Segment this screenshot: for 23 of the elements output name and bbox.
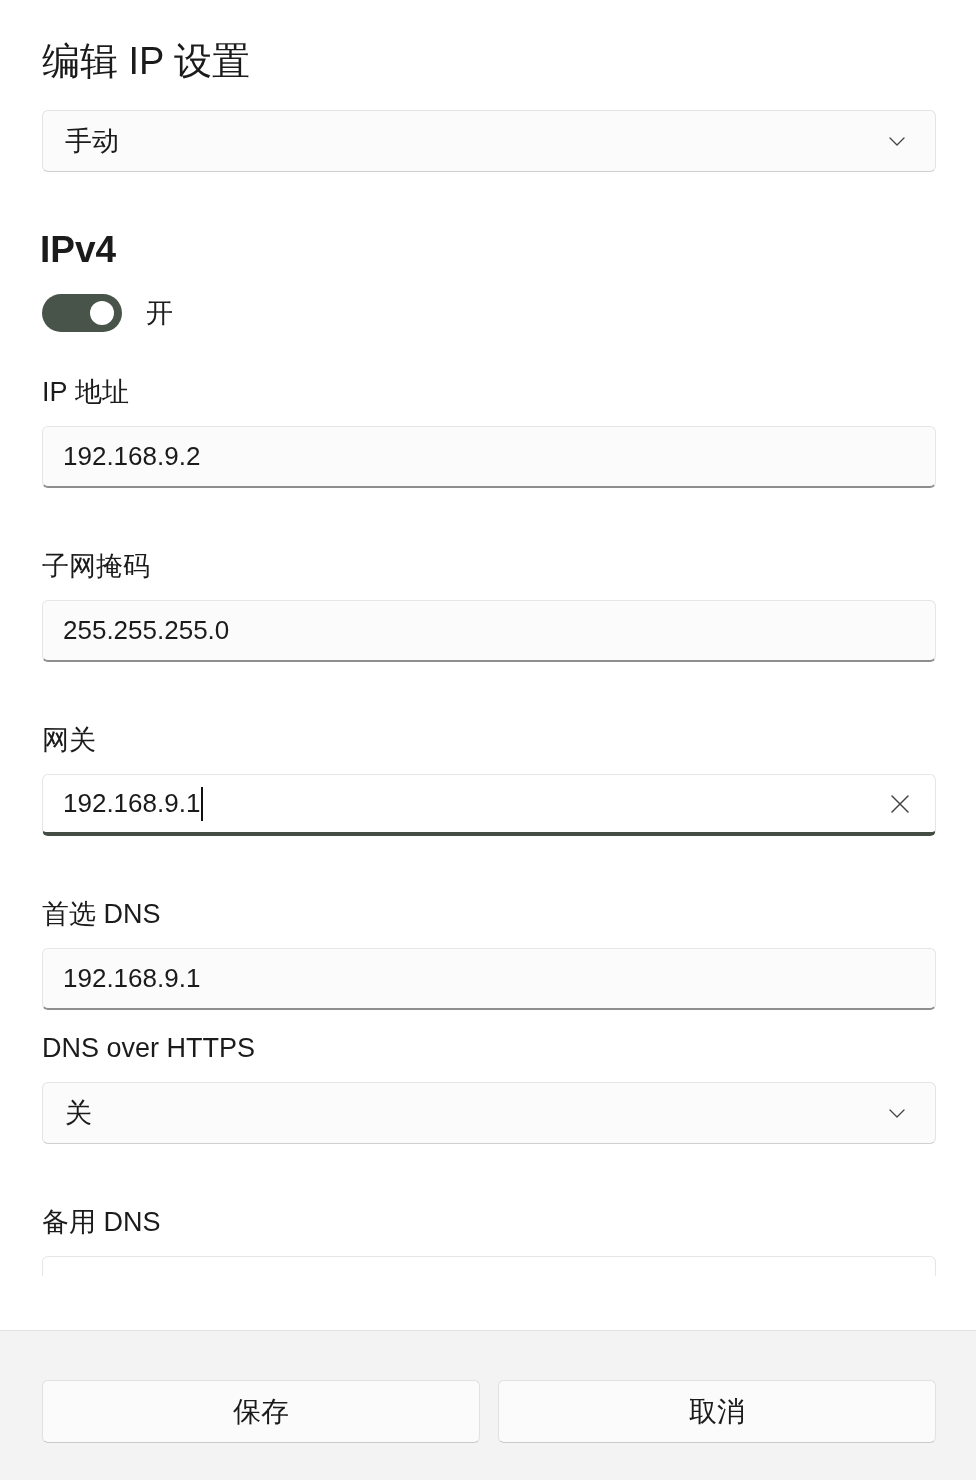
- input-field[interactable]: 192.168.9.2: [42, 426, 936, 488]
- close-icon[interactable]: [891, 794, 909, 813]
- section-heading: IPv4: [40, 228, 117, 272]
- input-field[interactable]: 192.168.9.1: [42, 774, 936, 836]
- cancel-button[interactable]: 取消: [498, 1380, 936, 1443]
- input-field[interactable]: [42, 1256, 936, 1276]
- field-label: 备用 DNS: [42, 1206, 161, 1239]
- input-field[interactable]: 255.255.255.0: [42, 600, 936, 662]
- input-field[interactable]: 192.168.9.1: [42, 948, 936, 1010]
- field-label: 网关: [42, 724, 96, 757]
- field-label: DNS over HTTPS: [42, 1032, 256, 1065]
- field-label: IP 地址: [42, 376, 129, 409]
- toggle-switch[interactable]: [42, 294, 122, 332]
- save-button[interactable]: 保存: [42, 1380, 480, 1443]
- chevron-down-icon: [889, 1108, 905, 1118]
- dialog-title: 编辑 IP 设置: [42, 39, 251, 84]
- text-cursor-icon: [201, 786, 204, 821]
- toggle-label: 开: [146, 297, 173, 330]
- field-label: 首选 DNS: [42, 898, 161, 931]
- mode-dropdown[interactable]: 手动: [42, 110, 936, 172]
- field-label: 子网掩码: [42, 550, 150, 583]
- dropdown[interactable]: 关: [42, 1082, 936, 1144]
- chevron-down-icon: [889, 136, 905, 146]
